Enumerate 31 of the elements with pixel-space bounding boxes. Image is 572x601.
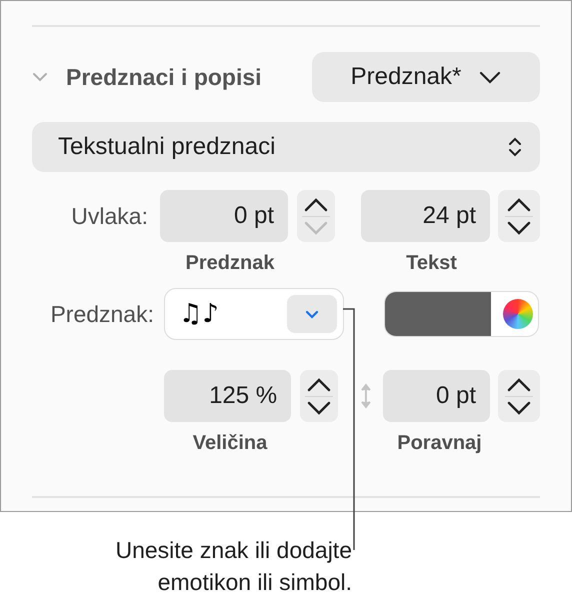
number-field[interactable]: 0 pt: [160, 190, 288, 242]
chevron-down-icon[interactable]: [307, 400, 332, 414]
chevron-up-icon[interactable]: [507, 378, 531, 392]
number-field[interactable]: 0 pt: [383, 370, 490, 422]
stepper[interactable]: [498, 190, 540, 242]
number-field[interactable]: 24 pt: [361, 190, 490, 242]
bullet-label: Predznak:: [50, 300, 154, 329]
bullet-type-select[interactable]: Tekstualni predznaci: [32, 122, 540, 172]
number-field[interactable]: 125 %: [164, 370, 292, 422]
bullet-field[interactable]: ♫♪: [164, 288, 344, 340]
color-wheel-icon[interactable]: [503, 299, 533, 329]
section-title: Predznaci i popisi: [66, 62, 262, 92]
callout-text: Unesite znak ili dodajte emotikon ili simbol.: [115, 536, 352, 597]
stepper[interactable]: [498, 370, 540, 422]
field-caption: Predznak: [186, 251, 274, 276]
chevron-up-icon[interactable]: [307, 378, 332, 392]
up-down-chevron-icon: [508, 136, 522, 158]
field-caption: Tekst: [406, 251, 457, 276]
chevron-down-icon: [479, 70, 502, 84]
bullet-character: ♫♪: [179, 298, 219, 330]
chevron-down-icon[interactable]: [507, 220, 531, 234]
field-caption: Veličina: [192, 431, 268, 456]
indent-label: Uvlaka:: [71, 202, 148, 231]
vertical-arrows-icon: [360, 383, 372, 409]
style-dropdown[interactable]: Predznak*: [312, 52, 540, 102]
chevron-down-icon[interactable]: [507, 400, 531, 414]
field-caption: Poravnaj: [397, 431, 482, 456]
chevron-up-icon[interactable]: [507, 198, 531, 212]
color-well[interactable]: [384, 291, 539, 337]
stepper[interactable]: [300, 370, 338, 422]
chevron-down-icon: [305, 310, 319, 318]
